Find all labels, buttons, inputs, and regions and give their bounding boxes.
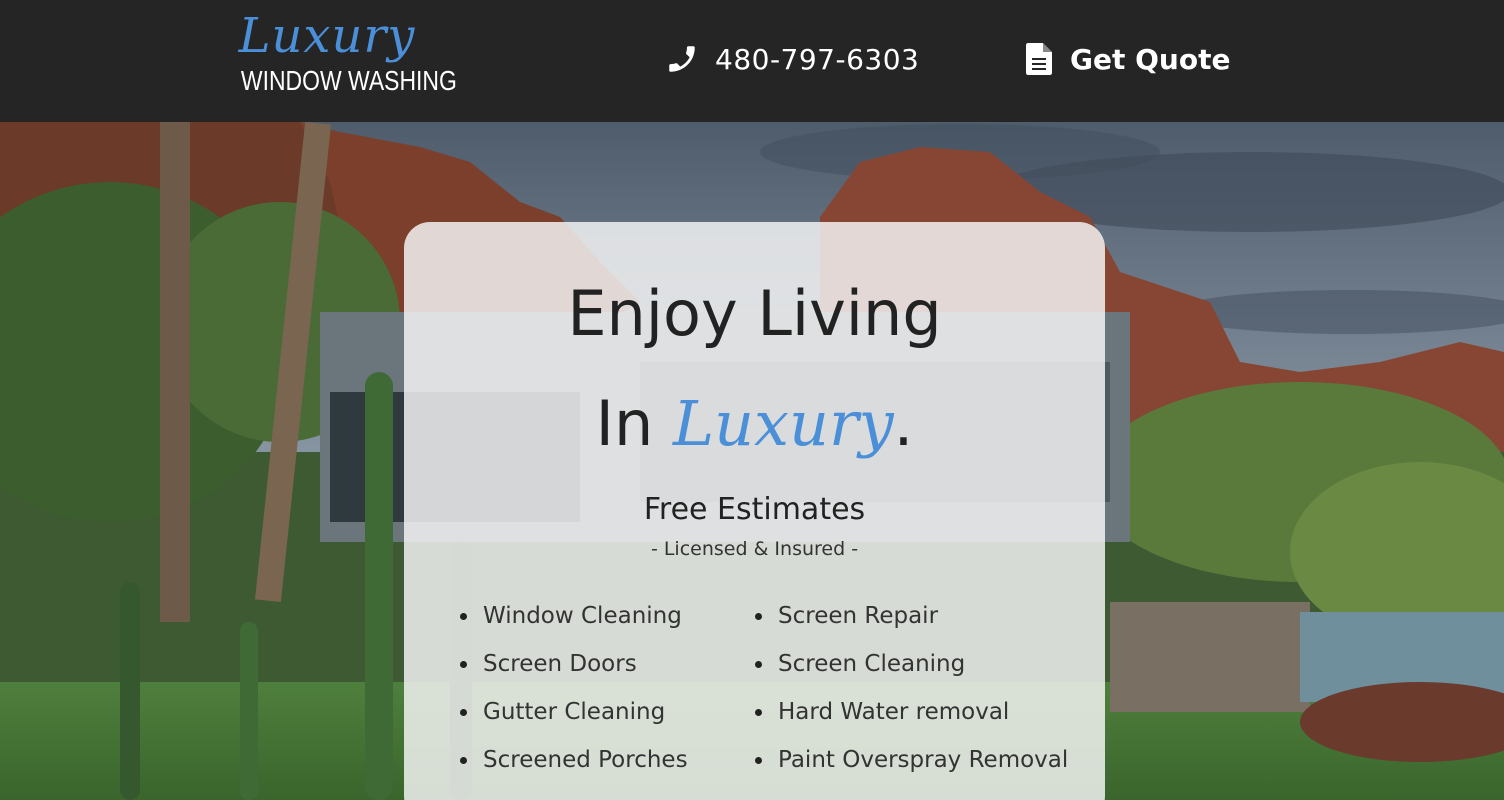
headline-prefix: In xyxy=(595,387,673,460)
service-item: Screened Porches xyxy=(458,736,688,784)
service-item: Window Cleaning xyxy=(458,592,688,640)
service-item: Screen Doors xyxy=(458,640,688,688)
hero-card: Enjoy Living In Luxury. Free Estimates -… xyxy=(404,222,1105,800)
phone-number: 480-797-6303 xyxy=(715,42,920,76)
service-item: Screen Cleaning xyxy=(753,640,1068,688)
phone-link[interactable]: 480-797-6303 xyxy=(665,38,919,80)
logo-subtitle: WINDOW WASHING xyxy=(240,65,457,96)
licensed-insured-tagline: - Licensed & Insured - xyxy=(650,538,859,560)
services-list-right: Screen Repair Screen Cleaning Hard Water… xyxy=(753,592,1068,784)
hero-section: Enjoy Living In Luxury. Free Estimates -… xyxy=(0,122,1504,800)
get-quote-link[interactable]: Get Quote xyxy=(1026,38,1230,80)
headline-accent: Luxury xyxy=(672,387,894,460)
service-item: Paint Overspray Removal xyxy=(753,736,1068,784)
services-list-left: Window Cleaning Screen Doors Gutter Clea… xyxy=(458,592,688,784)
site-header: Luxury WINDOW WASHING 480-797-6303 Get Q… xyxy=(0,0,1504,122)
document-icon xyxy=(1026,43,1052,75)
get-quote-label: Get Quote xyxy=(1070,42,1231,76)
logo-script-text: Luxury xyxy=(238,8,416,64)
headline-line-2: In Luxury. xyxy=(404,384,1105,464)
site-logo[interactable]: Luxury WINDOW WASHING xyxy=(222,6,457,116)
headline-suffix: . xyxy=(893,387,914,460)
service-item: Gutter Cleaning xyxy=(458,688,688,736)
service-item: Screen Repair xyxy=(753,592,1068,640)
free-estimates-heading: Free Estimates xyxy=(643,492,866,527)
service-item: Hard Water removal xyxy=(753,688,1068,736)
phone-icon xyxy=(665,42,699,76)
headline-line-1: Enjoy Living xyxy=(567,277,942,350)
